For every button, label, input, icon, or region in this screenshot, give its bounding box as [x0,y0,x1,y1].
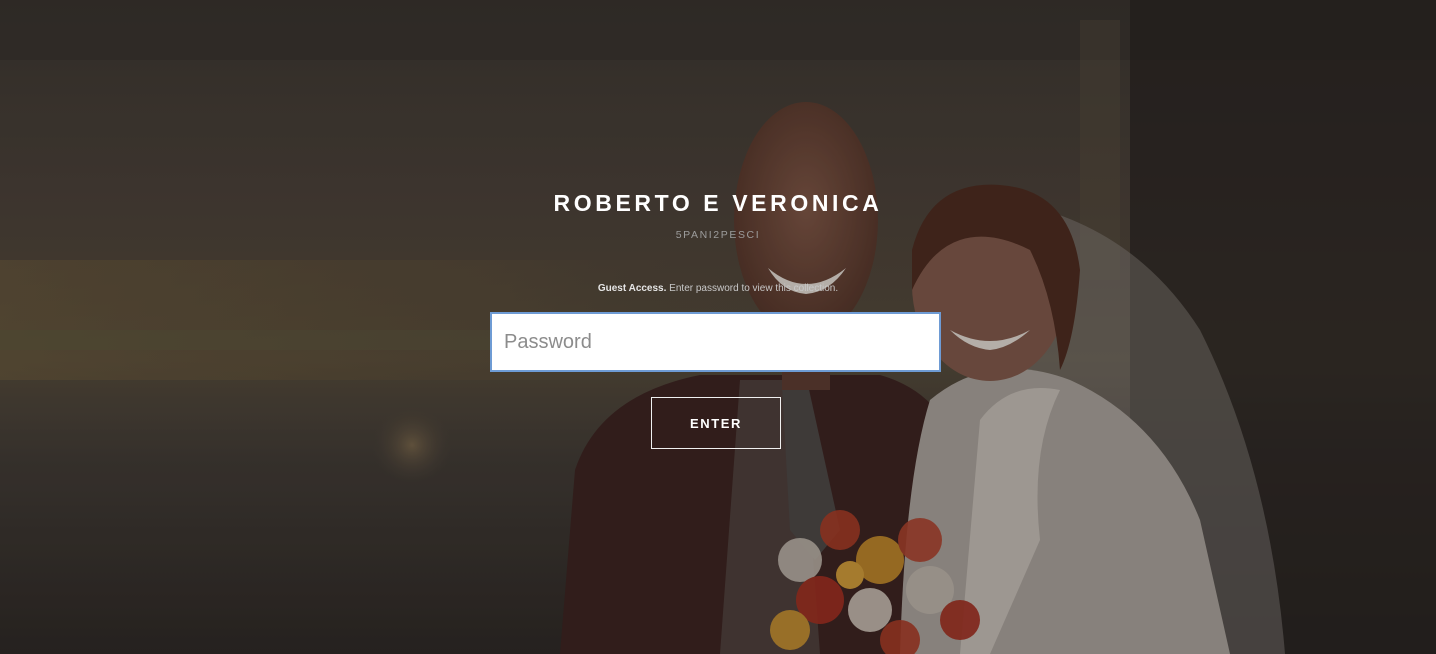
password-gate: ROBERTO E VERONICA 5PANI2PESCI Guest Acc… [0,0,1436,654]
access-note: Guest Access. Enter password to view thi… [468,283,968,294]
password-input[interactable] [490,312,941,372]
enter-button[interactable]: ENTER [651,397,781,449]
gallery-title: ROBERTO E VERONICA [553,190,883,216]
access-label: Guest Access. [597,283,667,294]
access-instruction: Enter password to view this collection. [666,283,839,294]
studio-name: 5PANI2PESCI [675,229,761,241]
password-gate-page: ROBERTO E VERONICA 5PANI2PESCI Guest Acc… [0,0,1436,654]
